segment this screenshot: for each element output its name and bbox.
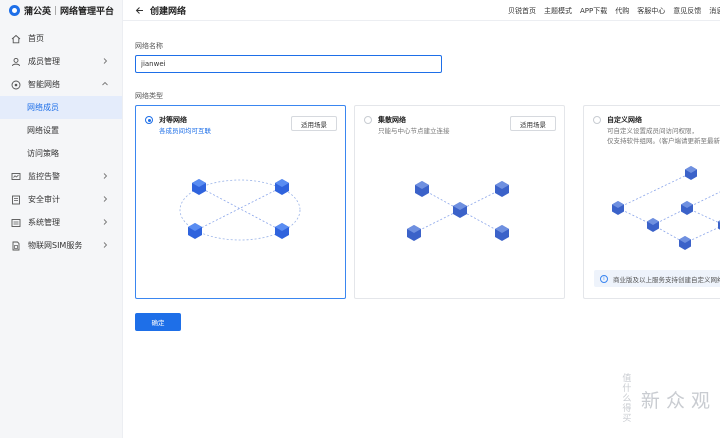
network-icon <box>11 80 21 90</box>
sidebar-item-label: 智能网络 <box>28 80 60 89</box>
network-node-icon <box>407 225 421 241</box>
network-name-input[interactable] <box>135 55 442 73</box>
network-node-icon <box>415 181 429 197</box>
confirm-button[interactable]: 确定 <box>135 313 181 331</box>
network-type-card-custom[interactable]: 自定义网络 可自定义设置成员间访问权限， 仅支持软件组网。(客户端请更新至最新版… <box>583 105 720 299</box>
network-node-icon <box>679 236 691 250</box>
brand-logo[interactable]: 蒲公英 网络管理平台 <box>0 0 122 20</box>
sidebar-item-monitoring[interactable]: 监控告警 <box>0 165 122 188</box>
home-icon <box>11 34 21 44</box>
network-node-icon <box>495 225 509 241</box>
network-type-card-hub[interactable]: 集散网络 只能与中心节点建立连接 适用场景 <box>354 105 565 299</box>
audit-icon <box>11 195 21 205</box>
monitor-icon <box>11 172 21 182</box>
sidebar-item-label: 系统管理 <box>28 218 60 227</box>
sidebar-item-label: 物联网SIM服务 <box>28 241 83 250</box>
sidebar-item-label: 安全审计 <box>28 195 60 204</box>
sidebar-item-security-audit[interactable]: 安全审计 <box>0 188 122 211</box>
network-name-label: 网络名称 <box>135 42 163 50</box>
network-node-icon <box>681 201 693 215</box>
sidebar-item-home[interactable]: 首页 <box>0 27 122 50</box>
chevron-right-icon <box>103 58 108 64</box>
network-node-icon <box>188 223 202 239</box>
topnav-link-home[interactable]: 贝锐首页 <box>508 6 536 16</box>
peer-topology-diagram <box>179 179 301 241</box>
network-node-icon <box>647 218 659 232</box>
sidebar-item-iot-sim[interactable]: 物联网SIM服务 <box>0 234 122 257</box>
network-node-icon <box>275 179 289 195</box>
top-nav: 贝锐首页 主题模式 APP下载 代购 客服中心 意见反馈 消息 <box>508 6 720 16</box>
top-bar: 创建网络 贝锐首页 主题模式 APP下载 代购 客服中心 意见反馈 消息 <box>123 0 720 21</box>
settings-icon <box>11 218 21 228</box>
sidebar-nav: 首页 成员管理 智能网络 网络成员 网络设置 访问策略 监控告警 安全审计 系统… <box>0 27 122 257</box>
main-content: 网络名称 网络类型 对等网络 各成员间均可互联 适用场景 集散网络 只能与中心节… <box>123 21 720 438</box>
dandelion-logo-icon <box>9 4 20 16</box>
chevron-right-icon <box>103 219 108 225</box>
topnav-link-feedback[interactable]: 意见反馈 <box>673 6 701 16</box>
chevron-right-icon <box>103 242 108 248</box>
platform-name: 网络管理平台 <box>60 6 115 17</box>
topnav-link-purchase[interactable]: 代购 <box>615 6 629 16</box>
sidebar-item-label: 成员管理 <box>28 57 60 66</box>
sim-icon <box>11 241 21 251</box>
topnav-link-app-download[interactable]: APP下载 <box>580 6 607 16</box>
back-arrow-icon[interactable] <box>135 6 144 15</box>
logo-divider <box>55 5 57 15</box>
sidebar: 蒲公英 网络管理平台 首页 成员管理 智能网络 网络成员 网络设置 访问策略 监… <box>0 0 123 438</box>
chevron-right-icon <box>103 196 108 202</box>
notice-text: 商业版及以上服务支持创建自定义网络 <box>613 275 720 284</box>
chevron-right-icon <box>103 173 108 179</box>
sidebar-item-network-settings[interactable]: 网络设置 <box>0 119 122 142</box>
sidebar-item-network-members[interactable]: 网络成员 <box>0 96 122 119</box>
sidebar-item-members[interactable]: 成员管理 <box>0 50 122 73</box>
sidebar-item-label: 监控告警 <box>28 172 60 181</box>
sidebar-item-access-policy[interactable]: 访问策略 <box>0 142 122 165</box>
network-type-label: 网络类型 <box>135 92 163 100</box>
network-node-icon <box>275 223 289 239</box>
watermark: 值 什么 得买 新 众 观 <box>619 374 710 424</box>
commercial-notice: i 商业版及以上服务支持创建自定义网络 <box>594 270 720 287</box>
sidebar-item-label: 首页 <box>28 34 44 43</box>
topnav-link-messages[interactable]: 消息 <box>709 6 720 16</box>
watermark-text: 新 众 观 <box>640 389 710 412</box>
hub-topology-diagram <box>407 181 509 241</box>
watermark-badge: 值 什么 得买 <box>622 374 632 424</box>
sidebar-item-smart-network[interactable]: 智能网络 <box>0 73 122 96</box>
network-node-icon <box>453 202 467 218</box>
network-node-icon <box>612 201 624 215</box>
topnav-link-support[interactable]: 客服中心 <box>637 6 665 16</box>
network-node-icon <box>495 181 509 197</box>
user-icon <box>11 57 21 67</box>
network-type-card-peer[interactable]: 对等网络 各成员间均可互联 适用场景 <box>135 105 346 299</box>
sidebar-item-system[interactable]: 系统管理 <box>0 211 122 234</box>
brand-name: 蒲公英 <box>24 6 52 17</box>
network-node-icon <box>685 166 697 180</box>
info-icon: i <box>600 274 608 283</box>
chevron-up-icon <box>102 81 108 86</box>
network-node-icon <box>192 179 206 195</box>
page-title: 创建网络 <box>150 6 187 17</box>
topnav-link-theme[interactable]: 主题模式 <box>544 6 572 16</box>
